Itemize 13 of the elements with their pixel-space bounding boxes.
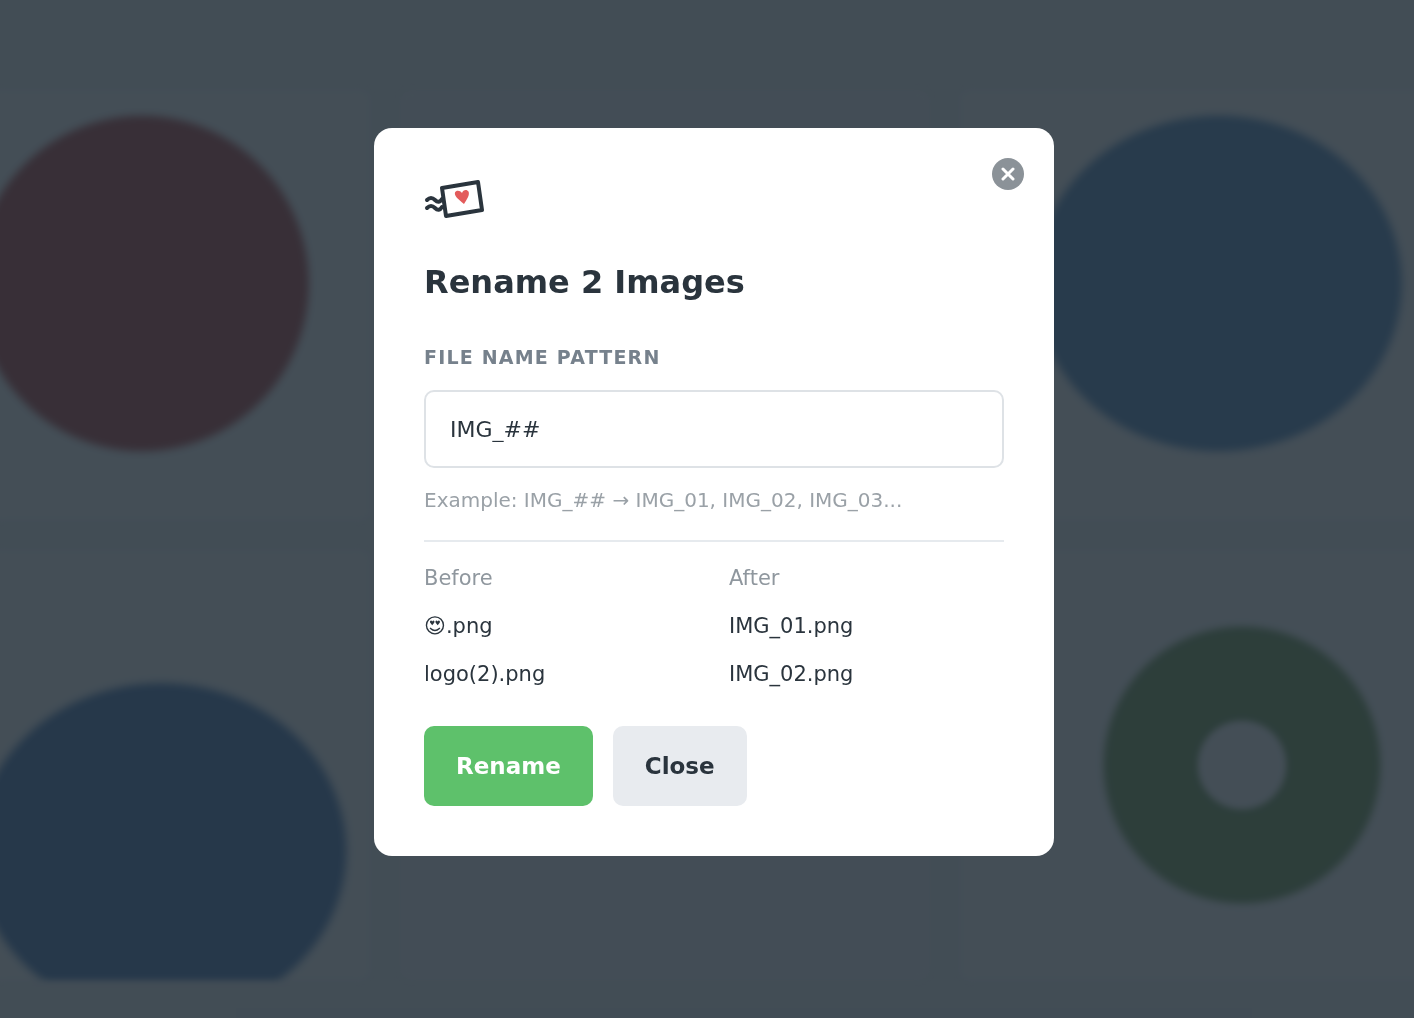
example-text: Example: IMG_## → IMG_01, IMG_02, IMG_03... bbox=[424, 488, 904, 512]
old-filename: logo(2).png bbox=[424, 661, 547, 688]
old-filename: 😍.png bbox=[424, 613, 494, 640]
column-header: Before bbox=[424, 565, 494, 592]
close-button[interactable] bbox=[992, 158, 1024, 190]
new-filename: IMG_02.png bbox=[729, 661, 855, 688]
column-header: After bbox=[729, 565, 781, 592]
pattern-input-field[interactable]: IMG_## bbox=[424, 390, 1004, 468]
dialog-title: Rename 2 Images bbox=[424, 262, 746, 302]
field-label: FILE NAME PATTERN bbox=[424, 346, 662, 368]
close-text-button[interactable]: Close bbox=[612, 726, 747, 806]
new-filename: IMG_01.png bbox=[729, 613, 855, 640]
close-icon bbox=[1001, 167, 1015, 181]
